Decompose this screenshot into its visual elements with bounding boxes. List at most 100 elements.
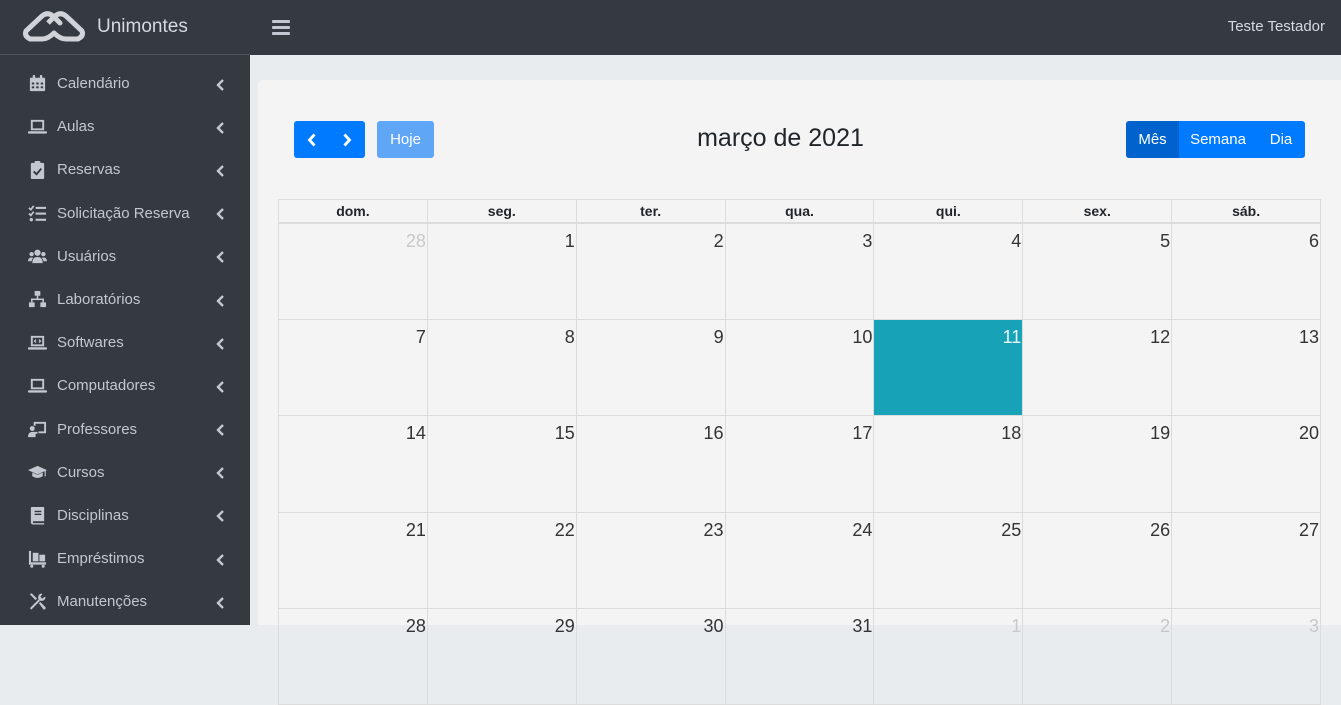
day-number[interactable]: 1 [1011, 616, 1021, 637]
day-cell[interactable]: 3 [724, 224, 874, 320]
sidebar-item-usuarios[interactable]: Usuários [0, 235, 250, 278]
weekday-header: dom. [336, 203, 370, 219]
day-cell[interactable]: 25 [873, 512, 1022, 608]
day-cell[interactable]: 2 [1022, 608, 1171, 704]
day-number[interactable]: 29 [555, 616, 575, 637]
today-button[interactable]: Hoje [377, 121, 434, 158]
calendar-card: Hoje março de 2021 Mês Semana Dia dom. s… [258, 80, 1341, 705]
day-cell[interactable]: 28 [279, 609, 427, 704]
day-number[interactable]: 27 [1299, 520, 1319, 541]
day-cell[interactable]: 26 [1022, 512, 1171, 608]
day-number[interactable]: 26 [1150, 520, 1170, 541]
sidebar-item-reservas[interactable]: Reservas [0, 148, 250, 191]
weekday-header: qua. [724, 200, 874, 222]
brand-link[interactable]: Unimontes [0, 0, 250, 55]
sidebar-item-computadores[interactable]: Computadores [0, 364, 250, 407]
day-number[interactable]: 17 [852, 423, 872, 444]
day-number[interactable]: 2 [1160, 616, 1170, 637]
day-number[interactable]: 18 [1001, 423, 1021, 444]
sidebar-item-manutencoes[interactable]: Manutenções [0, 580, 250, 623]
day-cell[interactable]: 12 [1022, 320, 1171, 416]
day-cell[interactable]: 27 [1171, 512, 1320, 608]
day-cell[interactable]: 4 [873, 224, 1022, 320]
day-number[interactable]: 1 [565, 231, 575, 252]
day-cell[interactable]: 16 [575, 416, 725, 512]
day-cell[interactable]: 10 [724, 320, 874, 416]
day-cell[interactable]: 8 [426, 320, 576, 416]
day-cell[interactable]: 6 [1171, 224, 1320, 320]
day-number[interactable]: 19 [1150, 423, 1170, 444]
day-number[interactable]: 7 [416, 327, 426, 348]
day-cell[interactable]: 14 [279, 416, 427, 511]
day-number[interactable]: 2 [714, 231, 724, 252]
day-cell[interactable]: 1 [426, 224, 576, 320]
day-cell[interactable]: 20 [1171, 416, 1320, 512]
day-cell[interactable]: 23 [575, 512, 725, 608]
chevron-left-icon [216, 250, 226, 264]
day-cell[interactable]: 7 [279, 320, 427, 415]
calendar-title: março de 2021 [697, 124, 864, 152]
sidebar-item-calendario[interactable]: Calendário [0, 62, 250, 105]
sidebar-item-aulas[interactable]: Aulas [0, 105, 250, 148]
day-cell[interactable]: 13 [1171, 320, 1320, 416]
day-number[interactable]: 30 [704, 616, 724, 637]
day-cell[interactable]: 30 [575, 608, 725, 704]
day-view-button[interactable]: Dia [1257, 121, 1305, 158]
day-number[interactable]: 24 [852, 520, 872, 541]
day-cell[interactable]: 2 [575, 224, 725, 320]
day-cell[interactable]: 15 [426, 416, 576, 512]
day-number[interactable]: 11 [1003, 327, 1022, 348]
day-number[interactable]: 21 [406, 520, 426, 541]
day-number[interactable]: 22 [555, 520, 575, 541]
day-number[interactable]: 6 [1309, 231, 1319, 252]
day-number[interactable]: 16 [704, 423, 724, 444]
day-cell[interactable]: 5 [1022, 224, 1171, 320]
day-cell-today[interactable]: 11 [873, 320, 1023, 416]
day-number[interactable]: 23 [704, 520, 724, 541]
laptop-code-icon [26, 332, 48, 354]
day-number[interactable]: 3 [1309, 616, 1319, 637]
day-cell[interactable]: 22 [426, 512, 576, 608]
sidebar-item-emprestimos[interactable]: Empréstimos [0, 537, 250, 580]
day-cell[interactable]: 17 [724, 416, 874, 512]
menu-toggle-icon[interactable] [272, 17, 290, 37]
day-number[interactable]: 31 [852, 616, 872, 637]
sidebar-item-solicitacao-reserva[interactable]: Solicitação Reserva [0, 192, 250, 235]
day-number[interactable]: 12 [1150, 327, 1170, 348]
day-cell[interactable]: 29 [426, 608, 576, 704]
user-name-link[interactable]: Teste Testador [1228, 18, 1325, 35]
day-number[interactable]: 28 [406, 231, 426, 252]
day-cell[interactable]: 18 [873, 416, 1022, 512]
day-number[interactable]: 20 [1299, 423, 1319, 444]
day-number[interactable]: 13 [1299, 327, 1319, 348]
day-number[interactable]: 28 [406, 616, 426, 637]
day-cell[interactable]: 28 [279, 224, 427, 319]
day-number[interactable]: 3 [862, 231, 872, 252]
day-cell[interactable]: 21 [279, 513, 427, 608]
day-number[interactable]: 14 [406, 423, 426, 444]
day-number[interactable]: 5 [1160, 231, 1170, 252]
day-cell[interactable]: 9 [575, 320, 725, 416]
day-number[interactable]: 4 [1011, 231, 1021, 252]
month-grid: dom. seg. ter. qua. qui. sex. sáb. 28 1 2 3… [278, 199, 1321, 705]
sidebar-item-professores[interactable]: Professores [0, 408, 250, 451]
day-number[interactable]: 8 [565, 327, 575, 348]
sidebar-item-softwares[interactable]: Softwares [0, 321, 250, 364]
sidebar-item-disciplinas[interactable]: Disciplinas [0, 494, 250, 537]
calendar-icon [26, 73, 48, 95]
day-number[interactable]: 9 [714, 327, 724, 348]
day-number[interactable]: 25 [1001, 520, 1021, 541]
week-view-button[interactable]: Semana [1179, 121, 1257, 158]
day-cell[interactable]: 3 [1171, 608, 1320, 704]
sidebar-item-cursos[interactable]: Cursos [0, 451, 250, 494]
day-cell[interactable]: 24 [724, 512, 874, 608]
next-button[interactable] [330, 121, 365, 158]
prev-button[interactable] [295, 121, 330, 158]
month-view-button[interactable]: Mês [1126, 121, 1179, 158]
day-cell[interactable]: 31 [724, 608, 874, 704]
day-cell[interactable]: 19 [1022, 416, 1171, 512]
day-number[interactable]: 10 [852, 327, 872, 348]
day-number[interactable]: 15 [555, 423, 575, 444]
sidebar-item-laboratorios[interactable]: Laboratórios [0, 278, 250, 321]
day-cell[interactable]: 1 [873, 608, 1022, 704]
